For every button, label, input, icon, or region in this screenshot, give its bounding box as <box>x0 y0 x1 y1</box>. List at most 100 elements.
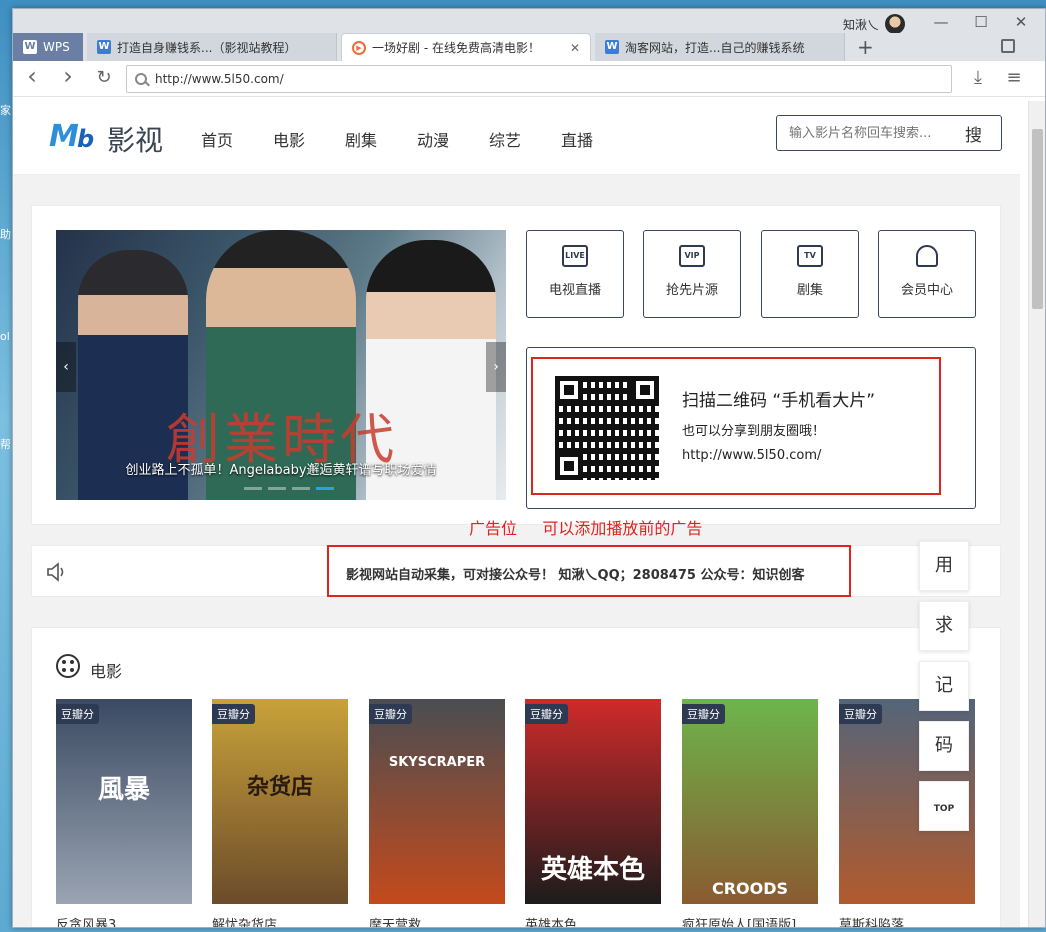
tab-wps[interactable]: W WPS <box>13 33 83 61</box>
logo-mark-b: b <box>77 125 95 153</box>
float-qr-button[interactable]: 码 <box>919 721 969 771</box>
scrollbar-thumb[interactable] <box>1032 129 1043 309</box>
site-search: 搜 <box>776 115 1002 151</box>
movie-title[interactable]: 反贪风暴3 <box>56 914 116 927</box>
desktop-icon-edge[interactable]: 家 <box>0 102 12 118</box>
rating-badge: 豆瓣分 <box>212 704 255 724</box>
nav-movies[interactable]: 电影 <box>273 127 305 151</box>
address-bar: ‹ › ↻ http://www.5l50.com/ ⤓ ≡ <box>13 61 1045 97</box>
tab-label: 打造自身赚钱系...（影视站教程） <box>117 40 297 55</box>
section-title: 电影 <box>90 662 123 681</box>
poster-title-art: CROODS <box>711 879 789 898</box>
nav-series[interactable]: 剧集 <box>345 127 377 151</box>
vip-icon: VIP <box>679 245 705 267</box>
poster-art <box>682 699 818 904</box>
float-request-button[interactable]: 求 <box>919 601 969 651</box>
annotation-box <box>327 545 851 597</box>
quick-label: 会员中心 <box>900 283 953 298</box>
new-tab-button[interactable]: + <box>857 35 874 59</box>
nav-live[interactable]: 直播 <box>561 127 593 151</box>
banner-prev-button[interactable]: ‹ <box>56 342 76 392</box>
close-tab-icon[interactable]: ✕ <box>562 41 580 55</box>
rating-badge: 豆瓣分 <box>525 704 568 724</box>
tab-active-movie-site[interactable]: ▶ 一场好剧 - 在线免费高清电影！ ✕ <box>341 33 591 61</box>
movie-title[interactable]: 疯狂原始人[国语版] <box>682 914 796 927</box>
quick-series[interactable]: TV 剧集 <box>761 230 859 318</box>
float-history-button[interactable]: 记 <box>919 661 969 711</box>
movie-section: 电影 風暴 豆瓣分 反贪风暴3 杂货店 豆瓣分 解忧杂货店 SKYSCRAPER… <box>31 627 1001 927</box>
poster-title-art: 英雄本色 <box>540 855 645 885</box>
site-logo[interactable]: M b 影视 <box>47 119 163 159</box>
film-reel-icon <box>56 654 80 678</box>
search-button[interactable]: 搜 <box>965 121 982 146</box>
banner-next-button[interactable]: › <box>486 342 506 392</box>
poster-title-art: 杂货店 <box>246 775 313 800</box>
speaker-icon <box>47 562 64 582</box>
search-input[interactable] <box>789 125 959 141</box>
tab-label: 淘客网站，打造...自己的赚钱系统 <box>625 40 805 55</box>
maximize-button[interactable]: ☐ <box>969 13 993 31</box>
movie-title[interactable]: 解忧杂货店 <box>212 914 277 927</box>
search-icon <box>135 73 147 85</box>
movie-title[interactable]: 英雄本色 <box>525 914 577 927</box>
user-name: 知湫乀 <box>842 17 879 32</box>
reload-button[interactable]: ↻ <box>93 67 115 88</box>
movie-title[interactable]: 摩天营救 <box>369 914 421 927</box>
pager-dot-active[interactable] <box>316 487 334 490</box>
tv-icon: TV <box>797 245 823 267</box>
quick-live-tv[interactable]: LIVE 电视直播 <box>526 230 624 318</box>
hero-banner[interactable]: 創業時代 创业路上不孤单！Angelababy邂逅黄轩谱写职场爱情 ‹ › <box>56 230 506 500</box>
nav-home[interactable]: 首页 <box>201 127 233 151</box>
poster-art <box>212 699 348 904</box>
quick-vip[interactable]: VIP 抢先片源 <box>643 230 741 318</box>
movie-title[interactable]: 莫斯科陷落 <box>839 914 904 927</box>
movie-poster[interactable]: 英雄本色 豆瓣分 <box>525 699 661 904</box>
banner-pager <box>244 487 334 490</box>
top-label: TOP <box>933 804 955 814</box>
tab-bar: W WPS W 打造自身赚钱系...（影视站教程） ▶ 一场好剧 - 在线免费高… <box>13 33 1045 61</box>
movie-poster[interactable]: 杂货店 豆瓣分 <box>212 699 348 904</box>
back-to-top-button[interactable]: TOP <box>919 781 969 831</box>
request-label: 求 <box>935 615 953 636</box>
pager-dot[interactable] <box>292 487 310 490</box>
quick-member[interactable]: 会员中心 <box>878 230 976 318</box>
movie-poster[interactable]: SKYSCRAPER 豆瓣分 <box>369 699 505 904</box>
nav-anime[interactable]: 动漫 <box>417 127 449 151</box>
site-header: M b 影视 首页 电影 剧集 动漫 综艺 直播 搜 <box>13 101 1020 175</box>
document-icon: W <box>605 40 619 54</box>
movie-poster[interactable]: 風暴 豆瓣分 <box>56 699 192 904</box>
back-button[interactable]: ‹ <box>21 62 43 90</box>
document-icon: W <box>97 40 111 54</box>
ad-annotation-label: 广告位 可以添加播放前的广告 <box>469 519 703 538</box>
tab-tutorial[interactable]: W 打造自身赚钱系...（影视站教程） <box>87 33 337 61</box>
desktop-icon-edge[interactable]: ol <box>0 330 12 343</box>
poster-title-art: 風暴 <box>97 775 150 805</box>
pager-dot[interactable] <box>268 487 286 490</box>
minimize-button[interactable]: — <box>929 13 953 31</box>
url-field[interactable]: http://www.5l50.com/ <box>126 65 952 93</box>
pager-dot[interactable] <box>244 487 262 490</box>
menu-button[interactable]: ≡ <box>1003 67 1025 88</box>
desktop-icon-edge[interactable]: 帮 <box>0 436 12 452</box>
close-window-button[interactable]: ✕ <box>1009 13 1033 31</box>
rating-badge: 豆瓣分 <box>682 704 725 724</box>
page-scrollbar[interactable] <box>1028 101 1045 927</box>
poster-title-art: SKYSCRAPER <box>388 755 486 770</box>
nav-variety[interactable]: 综艺 <box>489 127 521 151</box>
user-icon <box>916 245 938 267</box>
rating-badge: 豆瓣分 <box>56 704 99 724</box>
desktop-icon-edge[interactable]: 助 <box>0 226 12 242</box>
qr-icon: 码 <box>935 735 953 756</box>
forward-button[interactable]: › <box>57 62 79 90</box>
banner-caption: 创业路上不孤单！Angelababy邂逅黄轩谱写职场爱情 <box>125 463 437 478</box>
user-account[interactable]: 知湫乀 <box>843 14 905 34</box>
wps-icon: W <box>23 40 37 54</box>
logo-text: 影视 <box>107 124 164 157</box>
movie-poster[interactable]: CROODS 豆瓣分 <box>682 699 818 904</box>
tab-taoke[interactable]: W 淘客网站，打造...自己的赚钱系统 <box>595 33 845 61</box>
rating-badge: 豆瓣分 <box>839 704 882 724</box>
download-button[interactable]: ⤓ <box>967 67 989 88</box>
float-user-button[interactable]: 用 <box>919 541 969 591</box>
avatar[interactable] <box>885 14 905 34</box>
sidebar-toggle-icon[interactable] <box>1001 39 1015 53</box>
